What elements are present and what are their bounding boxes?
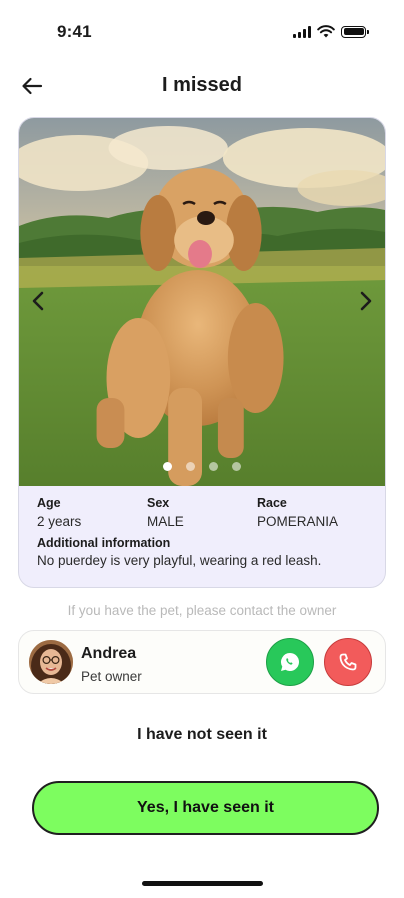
additional-info-value: No puerdey is very playful, wearing a re… bbox=[37, 553, 322, 568]
whatsapp-button[interactable] bbox=[266, 638, 314, 686]
carousel-dots bbox=[19, 462, 385, 471]
carousel-dot[interactable] bbox=[209, 462, 218, 471]
carousel-prev-button[interactable] bbox=[23, 286, 53, 316]
additional-info-label: Additional information bbox=[37, 536, 171, 550]
detail-label: Age bbox=[37, 496, 61, 510]
detail-value: POMERANIA bbox=[257, 514, 339, 529]
wifi-icon bbox=[317, 25, 335, 38]
carousel-dot[interactable] bbox=[186, 462, 195, 471]
carousel-dot[interactable] bbox=[232, 462, 241, 471]
detail-race: Race POMERANIA bbox=[257, 496, 367, 529]
home-indicator bbox=[142, 881, 263, 886]
detail-label: Race bbox=[257, 496, 287, 510]
pet-photo-image bbox=[19, 118, 385, 486]
carousel-dot[interactable] bbox=[163, 462, 172, 471]
whatsapp-icon bbox=[281, 653, 299, 671]
seen-button-label: Yes, I have seen it bbox=[137, 799, 274, 816]
phone-icon bbox=[339, 653, 357, 671]
avatar bbox=[29, 640, 73, 684]
pet-info: Age 2 years Sex MALE Race POMERANIA Addi… bbox=[19, 486, 385, 568]
owner-card: Andrea Pet owner bbox=[18, 630, 386, 694]
detail-value: 2 years bbox=[37, 514, 82, 529]
status-time: 9:41 bbox=[57, 22, 92, 41]
pet-card: Age 2 years Sex MALE Race POMERANIA Addi… bbox=[18, 117, 386, 588]
seen-button[interactable]: Yes, I have seen it bbox=[32, 781, 379, 835]
pet-photo[interactable] bbox=[19, 118, 385, 486]
signal-icon bbox=[293, 25, 311, 38]
chevron-right-icon bbox=[360, 291, 372, 311]
owner-avatar-image bbox=[29, 640, 73, 684]
page-title: I missed bbox=[161, 74, 243, 96]
detail-label: Sex bbox=[147, 496, 170, 510]
detail-age: Age 2 years bbox=[37, 496, 147, 529]
status-bar: 9:41 bbox=[0, 0, 404, 60]
pet-details: Age 2 years Sex MALE Race POMERANIA bbox=[37, 496, 367, 529]
owner-role: Pet owner bbox=[81, 669, 142, 684]
detail-sex: Sex MALE bbox=[147, 496, 257, 529]
owner-name: Andrea bbox=[81, 645, 137, 662]
not-seen-button[interactable]: I have not seen it bbox=[0, 726, 404, 744]
detail-value: MALE bbox=[147, 514, 184, 529]
battery-icon bbox=[341, 25, 369, 38]
chevron-left-icon bbox=[32, 291, 44, 311]
status-icons bbox=[293, 25, 369, 38]
contact-hint: If you have the pet, please contact the … bbox=[67, 603, 337, 618]
call-button[interactable] bbox=[324, 638, 372, 686]
carousel-next-button[interactable] bbox=[351, 286, 381, 316]
header: I missed bbox=[0, 64, 404, 108]
